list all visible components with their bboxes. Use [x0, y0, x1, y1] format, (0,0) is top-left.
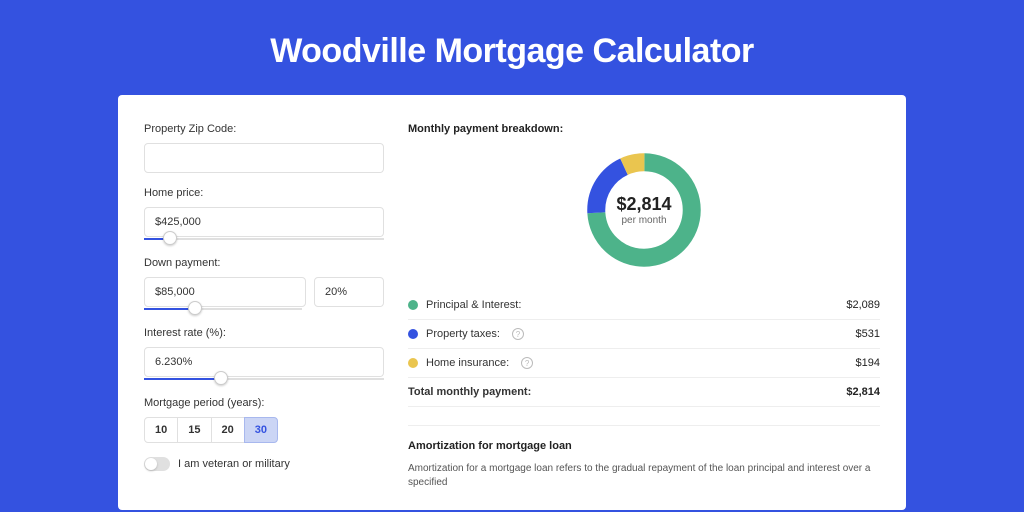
home-price-input[interactable] — [144, 207, 384, 237]
donut-amount: $2,814 — [616, 194, 671, 215]
inputs-column: Property Zip Code: Home price: Down paym… — [144, 123, 384, 490]
period-button-group: 10 15 20 30 — [144, 417, 384, 443]
breakdown-row-pi: Principal & Interest: $2,089 — [408, 291, 880, 320]
period-btn-30[interactable]: 30 — [244, 417, 278, 443]
breakdown-heading: Monthly payment breakdown: — [408, 123, 880, 135]
zip-label: Property Zip Code: — [144, 123, 384, 135]
dot-icon — [408, 329, 418, 339]
period-btn-20[interactable]: 20 — [211, 417, 245, 443]
amortization-text: Amortization for a mortgage loan refers … — [408, 462, 880, 490]
down-payment-slider[interactable] — [144, 305, 302, 313]
dot-icon — [408, 300, 418, 310]
veteran-toggle-label: I am veteran or military — [178, 458, 290, 470]
amortization-heading: Amortization for mortgage loan — [408, 440, 880, 452]
interest-rate-label: Interest rate (%): — [144, 327, 384, 339]
period-btn-10[interactable]: 10 — [144, 417, 178, 443]
page-title: Woodville Mortgage Calculator — [0, 0, 1024, 95]
payment-donut-chart: $2,814 per month — [581, 147, 707, 273]
dot-icon — [408, 358, 418, 368]
period-btn-15[interactable]: 15 — [177, 417, 211, 443]
veteran-toggle[interactable] — [144, 457, 170, 471]
veteran-toggle-knob — [145, 458, 157, 470]
down-payment-label: Down payment: — [144, 257, 384, 269]
total-value: $2,814 — [846, 386, 880, 398]
ins-value: $194 — [856, 357, 880, 369]
down-payment-amount-input[interactable] — [144, 277, 306, 307]
period-label: Mortgage period (years): — [144, 397, 384, 409]
pi-label: Principal & Interest: — [426, 299, 521, 311]
tax-value: $531 — [856, 328, 880, 340]
total-label: Total monthly payment: — [408, 386, 531, 398]
pi-value: $2,089 — [846, 299, 880, 311]
interest-rate-slider[interactable] — [144, 375, 384, 383]
amortization-section: Amortization for mortgage loan Amortizat… — [408, 425, 880, 490]
donut-sub: per month — [616, 215, 671, 226]
down-payment-percent-input[interactable] — [314, 277, 384, 307]
home-price-slider[interactable] — [144, 235, 384, 243]
interest-rate-input[interactable] — [144, 347, 384, 377]
zip-input[interactable] — [144, 143, 384, 173]
breakdown-column: Monthly payment breakdown: $2,814 per mo… — [408, 123, 880, 490]
calculator-card: Property Zip Code: Home price: Down paym… — [118, 95, 906, 510]
help-icon[interactable]: ? — [512, 328, 524, 340]
breakdown-row-total: Total monthly payment: $2,814 — [408, 378, 880, 407]
tax-label: Property taxes: — [426, 328, 500, 340]
ins-label: Home insurance: — [426, 357, 509, 369]
help-icon[interactable]: ? — [521, 357, 533, 369]
breakdown-row-ins: Home insurance: ? $194 — [408, 349, 880, 378]
breakdown-row-tax: Property taxes: ? $531 — [408, 320, 880, 349]
home-price-label: Home price: — [144, 187, 384, 199]
